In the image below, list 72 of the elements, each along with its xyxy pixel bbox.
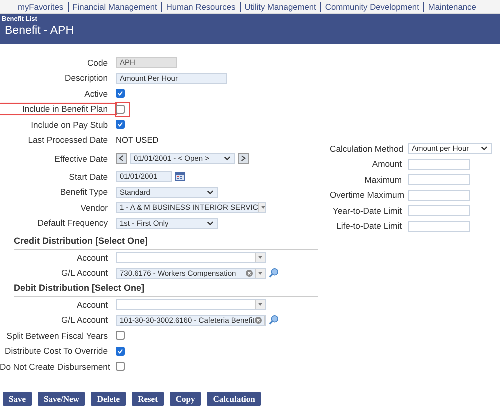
search-icon[interactable] xyxy=(269,315,279,326)
next-button[interactable] xyxy=(238,153,249,164)
field-label: Overtime Maximum xyxy=(330,190,406,200)
chevron-left-icon xyxy=(119,155,124,162)
triangle-down-icon xyxy=(258,303,263,306)
nav-link[interactable]: Maintenance xyxy=(423,2,480,12)
field-label: Effective Date xyxy=(54,154,109,164)
checkbox[interactable] xyxy=(116,89,125,98)
calendar-icon[interactable] xyxy=(175,172,185,182)
action-button[interactable]: Delete xyxy=(91,392,126,406)
field-label: Vendor xyxy=(80,202,109,213)
field-value: NOT USED xyxy=(116,135,159,146)
chevron-down-icon xyxy=(207,190,214,195)
field-label: Maximum xyxy=(364,174,403,185)
triangle-down-icon xyxy=(258,256,263,260)
field-label: Description xyxy=(64,73,109,84)
field-label: Account xyxy=(76,300,109,310)
chevron-right-icon xyxy=(241,155,246,162)
field-label: Calculation Method xyxy=(330,144,405,154)
field-label: Start Date xyxy=(68,172,109,182)
previous-button[interactable] xyxy=(116,153,127,164)
dropdown-button[interactable] xyxy=(255,268,265,278)
field-label: Do Not Create Disbursement xyxy=(0,362,112,372)
action-button[interactable]: Save/New xyxy=(38,392,86,406)
field-label: G/L Account xyxy=(60,315,109,326)
clear-icon[interactable] xyxy=(246,270,253,277)
checkbox[interactable] xyxy=(116,362,125,372)
nav-link[interactable]: myFavorites xyxy=(14,2,68,12)
field-label: Last Processed Date xyxy=(27,135,109,146)
nav-link[interactable]: Human Resources xyxy=(161,2,240,12)
field-label: G/L Account xyxy=(60,268,109,278)
field-label: Code xyxy=(86,58,109,68)
field-label: Active xyxy=(84,88,109,99)
input-field[interactable] xyxy=(408,205,470,216)
checkbox[interactable] xyxy=(116,331,125,340)
field-label: Year-to-Date Limit xyxy=(332,206,403,216)
clear-icon[interactable] xyxy=(254,316,262,324)
chevron-down-icon xyxy=(207,220,214,226)
field-label: Include in Benefit Plan xyxy=(0,104,116,114)
nav-link[interactable]: Utility Management xyxy=(240,2,320,12)
dropdown-button[interactable] xyxy=(258,203,265,212)
input-field[interactable] xyxy=(408,174,470,186)
field-label: Benefit Type xyxy=(59,187,109,198)
field-label: Split Between Fiscal Years xyxy=(6,330,109,341)
input-field[interactable] xyxy=(408,158,470,170)
field-label: Distribute Cost To Override xyxy=(4,346,109,356)
section-heading: Credit Distribution [Select One] xyxy=(14,236,318,250)
section-heading: Debit Distribution [Select One] xyxy=(14,283,318,297)
triangle-down-icon xyxy=(261,206,265,210)
field-label: Life-to-Date Limit xyxy=(336,221,403,232)
field-label: Account xyxy=(76,252,109,263)
action-button[interactable]: Copy xyxy=(170,392,202,406)
nav-link[interactable]: Financial Management xyxy=(68,2,162,12)
triangle-down-icon xyxy=(258,272,263,275)
dropdown-button[interactable] xyxy=(255,300,265,310)
action-button[interactable]: Reset xyxy=(132,392,164,406)
chevron-down-icon xyxy=(224,156,231,161)
action-button[interactable]: Save xyxy=(3,392,32,406)
checkbox[interactable] xyxy=(116,120,125,130)
checkbox[interactable] xyxy=(116,104,125,114)
field-label: Amount xyxy=(371,159,403,170)
nav-link[interactable]: Community Development xyxy=(320,2,424,12)
field-label: Default Frequency xyxy=(36,218,109,228)
field-label: Include on Pay Stub xyxy=(30,120,109,130)
chevron-down-icon xyxy=(481,146,488,152)
page-title: Benefit - APH xyxy=(4,25,76,37)
dropdown-button[interactable] xyxy=(255,253,265,262)
input-field[interactable] xyxy=(408,190,470,201)
input-field[interactable] xyxy=(408,220,470,232)
action-button[interactable]: Calculation xyxy=(207,392,262,406)
checkbox[interactable] xyxy=(116,346,125,356)
search-icon[interactable] xyxy=(269,268,279,278)
